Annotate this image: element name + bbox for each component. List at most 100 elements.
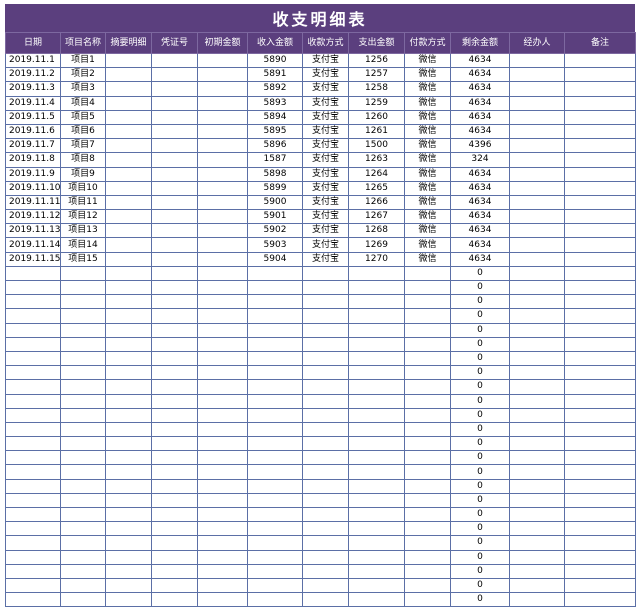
cell-payment-method[interactable]: 微信 [404,152,451,168]
cell-handler[interactable] [509,123,565,140]
cell-receipt-method[interactable] [302,478,349,494]
cell-item-name[interactable] [60,492,106,509]
cell-receipt-method[interactable]: 支付宝 [302,138,349,154]
cell-voucher-no[interactable] [151,379,198,395]
cell-summary[interactable] [105,294,152,310]
cell-receipt-method[interactable]: 支付宝 [302,109,349,125]
cell-remarks[interactable] [564,52,636,69]
cell-payment-method[interactable]: 微信 [404,180,451,196]
cell-income-amount[interactable] [247,407,303,423]
cell-date[interactable]: 2019.11.5 [5,109,61,125]
cell-income-amount[interactable]: 5900 [247,194,303,211]
cell-voucher-no[interactable] [151,308,198,324]
cell-balance[interactable]: 0 [450,294,510,310]
cell-opening-amount[interactable] [197,336,248,352]
cell-date[interactable]: 2019.11.9 [5,166,61,182]
cell-date[interactable]: 2019.11.11 [5,194,61,211]
cell-item-name[interactable]: 项目13 [60,223,106,239]
cell-opening-amount[interactable] [197,265,248,282]
cell-summary[interactable] [105,421,152,438]
cell-expense-amount[interactable]: 1256 [348,52,405,69]
cell-handler[interactable] [509,577,565,594]
cell-remarks[interactable] [564,180,636,196]
cell-expense-amount[interactable] [348,294,405,310]
cell-opening-amount[interactable] [197,464,248,480]
cell-receipt-method[interactable]: 支付宝 [302,166,349,182]
cell-receipt-method[interactable] [302,407,349,423]
cell-income-amount[interactable] [247,521,303,537]
cell-payment-method[interactable] [404,577,451,594]
cell-summary[interactable] [105,180,152,196]
cell-summary[interactable] [105,506,152,523]
cell-receipt-method[interactable]: 支付宝 [302,223,349,239]
col-header-handler[interactable]: 经办人 [509,32,565,54]
cell-voucher-no[interactable] [151,436,198,452]
cell-handler[interactable] [509,506,565,523]
cell-date[interactable] [5,308,61,324]
cell-payment-method[interactable]: 微信 [404,109,451,125]
cell-payment-method[interactable]: 微信 [404,138,451,154]
cell-opening-amount[interactable] [197,450,248,466]
cell-expense-amount[interactable] [348,563,405,579]
cell-receipt-method[interactable]: 支付宝 [302,209,349,225]
cell-date[interactable] [5,577,61,594]
cell-income-amount[interactable]: 5890 [247,52,303,69]
cell-handler[interactable] [509,492,565,509]
cell-item-name[interactable] [60,265,106,282]
cell-payment-method[interactable] [404,365,451,381]
cell-payment-method[interactable] [404,450,451,466]
cell-payment-method[interactable] [404,407,451,423]
cell-item-name[interactable] [60,379,106,395]
cell-summary[interactable] [105,109,152,125]
cell-item-name[interactable]: 项目3 [60,81,106,97]
cell-expense-amount[interactable] [348,350,405,367]
cell-summary[interactable] [105,478,152,494]
cell-income-amount[interactable]: 5895 [247,123,303,140]
cell-expense-amount[interactable]: 1260 [348,109,405,125]
cell-income-amount[interactable] [247,563,303,579]
cell-item-name[interactable]: 项目8 [60,152,106,168]
cell-item-name[interactable]: 项目14 [60,237,106,253]
cell-expense-amount[interactable]: 1266 [348,194,405,211]
cell-payment-method[interactable] [404,492,451,509]
cell-opening-amount[interactable] [197,350,248,367]
cell-date[interactable] [5,336,61,352]
cell-summary[interactable] [105,265,152,282]
cell-income-amount[interactable] [247,450,303,466]
cell-voucher-no[interactable] [151,251,198,267]
cell-balance[interactable]: 4634 [450,95,510,111]
cell-item-name[interactable]: 项目15 [60,251,106,267]
cell-item-name[interactable] [60,421,106,438]
cell-balance[interactable]: 0 [450,464,510,480]
cell-voucher-no[interactable] [151,521,198,537]
cell-expense-amount[interactable] [348,521,405,537]
cell-receipt-method[interactable] [302,365,349,381]
cell-handler[interactable] [509,265,565,282]
cell-remarks[interactable] [564,251,636,267]
cell-income-amount[interactable]: 5893 [247,95,303,111]
cell-item-name[interactable] [60,535,106,551]
cell-date[interactable]: 2019.11.1 [5,52,61,69]
cell-balance[interactable]: 0 [450,322,510,338]
cell-voucher-no[interactable] [151,563,198,579]
cell-voucher-no[interactable] [151,138,198,154]
cell-payment-method[interactable] [404,294,451,310]
cell-handler[interactable] [509,67,565,83]
cell-receipt-method[interactable]: 支付宝 [302,67,349,83]
cell-income-amount[interactable]: 5891 [247,67,303,83]
cell-receipt-method[interactable] [302,436,349,452]
col-header-balance[interactable]: 剩余金额 [450,32,510,54]
cell-income-amount[interactable]: 5896 [247,138,303,154]
cell-handler[interactable] [509,407,565,423]
cell-opening-amount[interactable] [197,109,248,125]
cell-income-amount[interactable]: 5901 [247,209,303,225]
cell-date[interactable]: 2019.11.6 [5,123,61,140]
cell-item-name[interactable] [60,407,106,423]
cell-opening-amount[interactable] [197,549,248,565]
cell-summary[interactable] [105,379,152,395]
cell-date[interactable] [5,279,61,296]
cell-voucher-no[interactable] [151,450,198,466]
col-header-opening-amount[interactable]: 初期金额 [197,32,248,54]
cell-balance[interactable]: 0 [450,521,510,537]
cell-income-amount[interactable] [247,436,303,452]
